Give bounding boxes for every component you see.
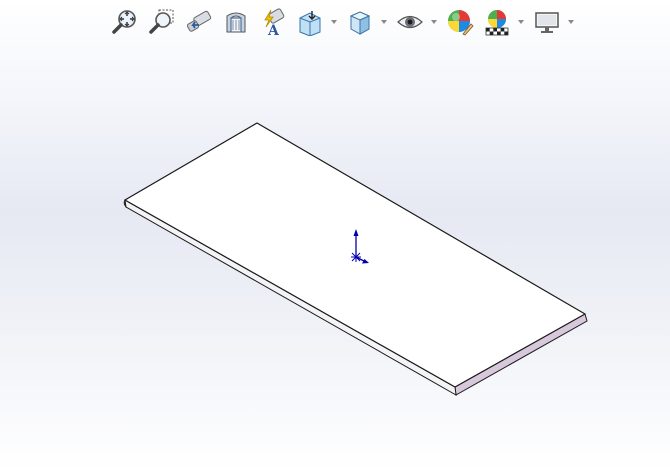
- plate-top-face[interactable]: [124, 122, 586, 388]
- part-model[interactable]: [0, 0, 670, 471]
